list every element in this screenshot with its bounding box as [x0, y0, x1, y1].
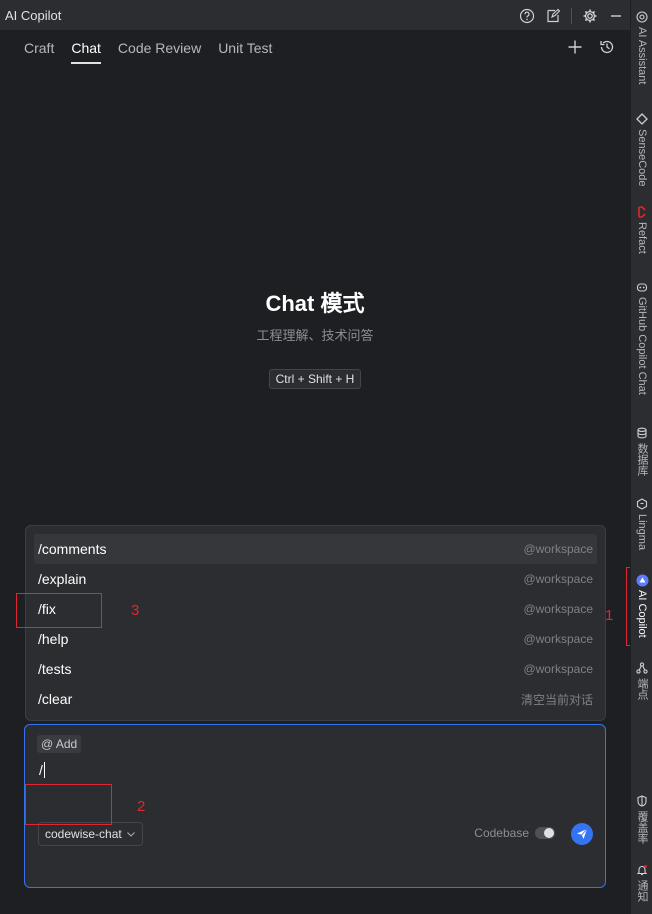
- command-item-fix[interactable]: /fix @workspace: [34, 594, 597, 624]
- sidebar-item-coverage[interactable]: 覆盖率: [631, 794, 652, 844]
- command-name: /help: [38, 631, 69, 647]
- command-name: /explain: [38, 571, 87, 587]
- plus-icon[interactable]: [566, 38, 584, 56]
- at-icon: [635, 10, 649, 24]
- sidebar-item-ai-assistant[interactable]: AI Assistant: [631, 10, 652, 84]
- right-tool-strip: AI Assistant SenseCode Refact GitHub Cop…: [630, 0, 652, 914]
- shortcut-badge: Ctrl + Shift + H: [268, 369, 362, 389]
- sidebar-item-label: 通知: [636, 880, 648, 902]
- model-select-value: codewise-chat: [45, 827, 122, 841]
- ai-copilot-icon: [635, 573, 649, 587]
- command-name: /comments: [38, 541, 107, 557]
- copilot-icon: [635, 280, 649, 294]
- title-separator: [571, 7, 572, 24]
- sidebar-item-ai-copilot[interactable]: AI Copilot: [631, 573, 652, 638]
- command-scope: @workspace: [523, 632, 593, 646]
- chevron-down-icon: [126, 829, 136, 839]
- shield-icon: [635, 794, 649, 808]
- tab-craft[interactable]: Craft: [24, 39, 54, 63]
- command-scope: @workspace: [523, 662, 593, 676]
- annotation-number-3: 3: [131, 602, 140, 619]
- lingma-icon: [635, 497, 649, 511]
- sidebar-item-lingma[interactable]: Lingma: [631, 497, 652, 550]
- sidebar-item-label: 覆盖率: [636, 811, 648, 844]
- window-title: AI Copilot: [5, 7, 62, 23]
- sidebar-item-label: Lingma: [636, 514, 648, 551]
- command-item-clear[interactable]: /clear 清空当前对话: [34, 684, 597, 714]
- panel-actions: [566, 38, 616, 56]
- sidebar-item-label: AI Copilot: [636, 590, 648, 638]
- edit-icon[interactable]: [545, 8, 561, 24]
- codebase-label: Codebase: [474, 826, 529, 840]
- add-context-button[interactable]: @ Add: [37, 735, 82, 753]
- sidebar-item-sensecode[interactable]: SenseCode: [631, 112, 652, 187]
- command-item-explain[interactable]: /explain @workspace: [34, 564, 597, 594]
- help-icon[interactable]: [519, 8, 535, 24]
- endpoints-icon: [635, 661, 649, 675]
- gear-icon[interactable]: [582, 8, 598, 24]
- sidebar-item-label: Refact: [636, 222, 648, 254]
- sidebar-item-label: SenseCode: [636, 129, 648, 187]
- bell-icon: [635, 863, 649, 877]
- codebase-toggle[interactable]: [535, 827, 555, 839]
- send-button[interactable]: [571, 823, 593, 845]
- hero-title: Chat 模式: [265, 291, 365, 316]
- code-diamond-icon: [635, 112, 649, 126]
- tab-code-review[interactable]: Code Review: [118, 39, 201, 63]
- sidebar-item-github-copilot-chat[interactable]: GitHub Copilot Chat: [631, 280, 652, 395]
- command-item-tests[interactable]: /tests @workspace: [34, 654, 597, 684]
- sidebar-item-refact[interactable]: Refact: [631, 205, 652, 254]
- sidebar-item-label: 端点: [636, 678, 648, 700]
- model-select[interactable]: codewise-chat: [38, 822, 143, 846]
- chat-hero: Chat 模式 工程理解、技术问答 Ctrl + Shift + H: [0, 286, 630, 389]
- tab-unit-test[interactable]: Unit Test: [218, 39, 272, 63]
- annotation-number-1: 1: [605, 607, 614, 624]
- command-scope: 清空当前对话: [520, 692, 593, 707]
- tab-chat[interactable]: Chat: [71, 39, 101, 64]
- annotation-number-2: 2: [137, 798, 146, 815]
- command-item-help[interactable]: /help @workspace: [34, 624, 597, 654]
- chat-input[interactable]: /: [39, 762, 45, 778]
- sidebar-item-endpoints[interactable]: 端点: [631, 661, 652, 700]
- title-bar: AI Copilot: [0, 0, 630, 31]
- sidebar-item-label: AI Assistant: [636, 27, 648, 85]
- minimize-icon[interactable]: [608, 8, 624, 24]
- annotation-box-3: [16, 593, 102, 628]
- command-popup: /comments @workspace /explain @workspace…: [25, 525, 606, 721]
- refact-icon: [635, 205, 649, 219]
- annotation-box-2: [25, 784, 112, 825]
- hero-subtitle: 工程理解、技术问答: [256, 328, 374, 343]
- send-icon: [576, 828, 588, 840]
- command-item-comments[interactable]: /comments @workspace: [34, 534, 597, 564]
- command-name: /tests: [38, 661, 72, 677]
- sidebar-item-notifications[interactable]: 通知: [631, 863, 652, 902]
- sidebar-item-label: 数据库: [636, 443, 648, 476]
- history-icon[interactable]: [598, 38, 616, 56]
- database-icon: [635, 426, 649, 440]
- text-caret: [43, 762, 45, 778]
- command-name: /clear: [38, 691, 73, 707]
- title-actions: [519, 0, 624, 31]
- command-scope: @workspace: [523, 572, 593, 586]
- chat-input-value: /: [39, 762, 43, 778]
- sidebar-item-label: GitHub Copilot Chat: [636, 297, 648, 395]
- sidebar-item-database[interactable]: 数据库: [631, 426, 652, 476]
- command-scope: @workspace: [523, 542, 593, 556]
- mode-tabs: Craft Chat Code Review Unit Test: [24, 39, 272, 64]
- command-scope: @workspace: [523, 602, 593, 616]
- codebase-toggle-group: Codebase: [474, 826, 555, 840]
